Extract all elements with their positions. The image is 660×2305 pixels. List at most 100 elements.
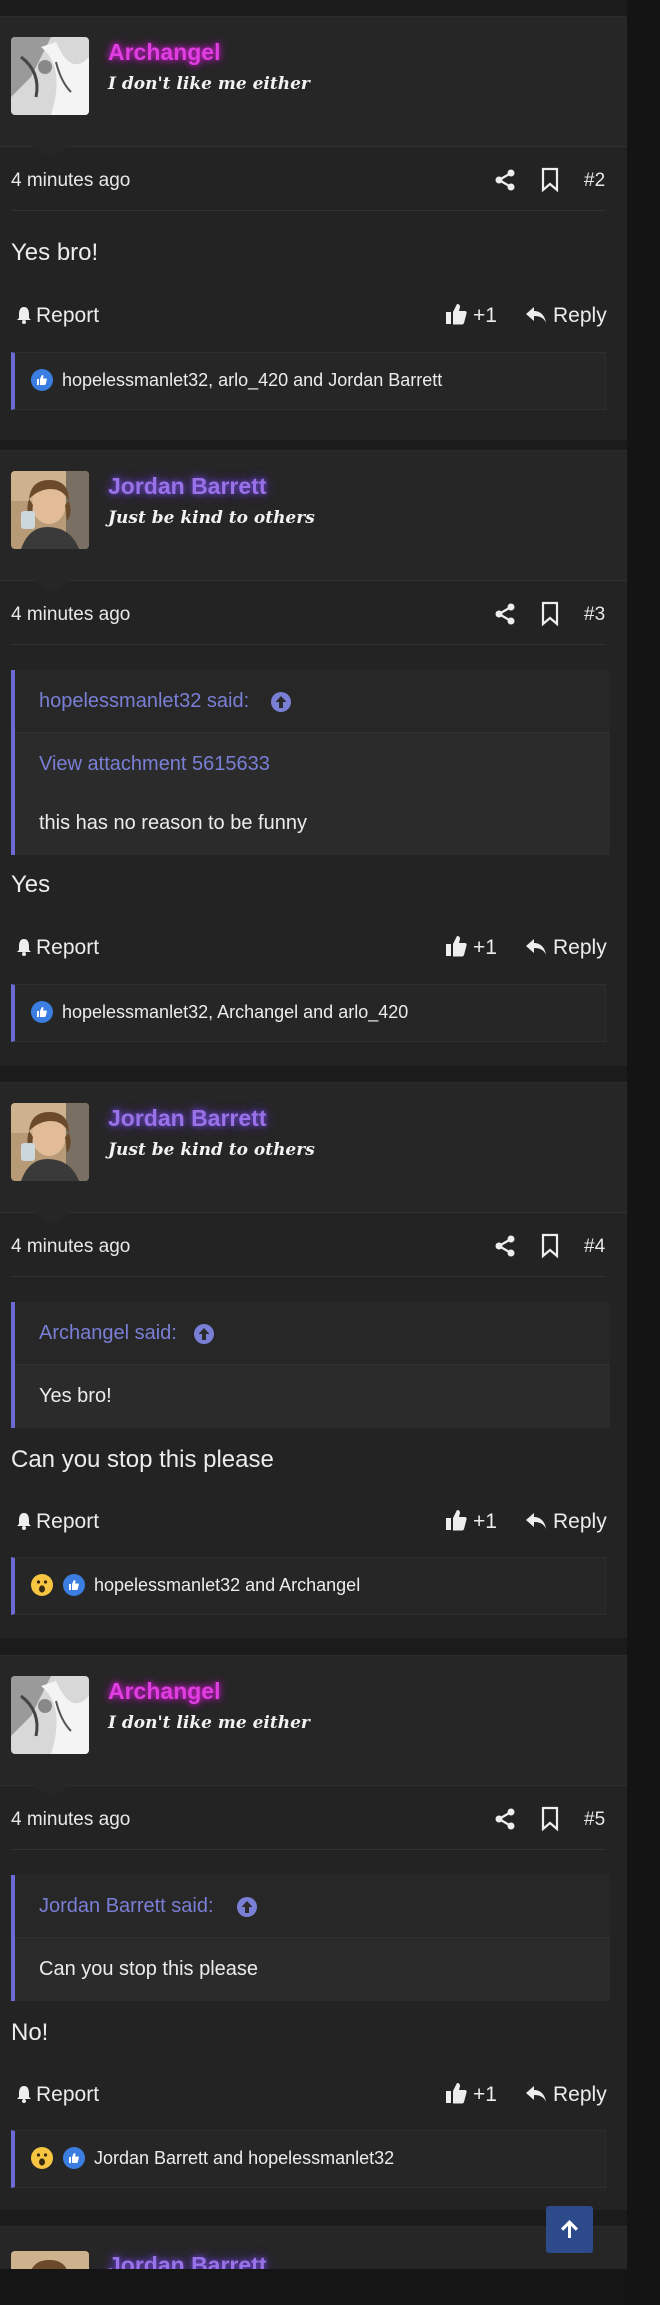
post-time[interactable]: 4 minutes ago: [11, 1236, 130, 1258]
reply-button[interactable]: Reply: [525, 2083, 607, 2107]
like-label: +1: [473, 2083, 497, 2106]
arrow-up-circle-icon[interactable]: [193, 1323, 215, 1345]
post-number[interactable]: #5: [584, 1809, 605, 1831]
share-icon[interactable]: [493, 602, 517, 626]
report-label: Report: [36, 1510, 100, 1533]
attachment-link[interactable]: View attachment 5615633: [39, 753, 270, 776]
like-button[interactable]: +1: [445, 1508, 497, 1534]
divider: [11, 1276, 606, 1277]
post-time[interactable]: 4 minutes ago: [11, 1809, 130, 1831]
reactions-list[interactable]: Jordan Barrett and hopelessmanlet32: [94, 2148, 394, 2169]
avatar[interactable]: [11, 1676, 89, 1754]
reply-icon: [526, 2086, 546, 2102]
bookmark-icon[interactable]: [538, 601, 562, 627]
avatar[interactable]: [11, 2251, 89, 2269]
reply-label: Reply: [553, 936, 607, 959]
like-button[interactable]: +1: [445, 934, 497, 960]
post-actions: Report +1 Reply: [0, 296, 627, 336]
like-reaction-icon: [63, 2147, 85, 2169]
report-button[interactable]: Report: [15, 1510, 99, 1534]
post-time[interactable]: 4 minutes ago: [11, 170, 130, 192]
like-label: +1: [473, 304, 497, 327]
reply-button[interactable]: Reply: [525, 1510, 607, 1534]
quote-author[interactable]: Jordan Barrett said:: [39, 1895, 214, 1918]
report-button[interactable]: Report: [15, 936, 99, 960]
bell-icon: [17, 1513, 31, 1530]
share-icon[interactable]: [493, 1807, 517, 1831]
like-reaction-icon: [63, 1574, 85, 1596]
arrow-up-circle-icon[interactable]: [270, 691, 292, 713]
arrow-up-icon: [561, 2220, 578, 2238]
report-button[interactable]: Report: [15, 304, 99, 328]
quote-author[interactable]: Archangel said:: [39, 1322, 177, 1345]
wow-reaction-icon: [31, 2147, 53, 2169]
quote-text: Yes bro!: [39, 1385, 112, 1407]
username[interactable]: Jordan Barrett: [108, 1105, 266, 1132]
post-number[interactable]: #4: [584, 1236, 605, 1258]
thumbs-up-icon: [446, 936, 467, 957]
avatar[interactable]: [11, 471, 89, 549]
reactions-bar[interactable]: hopelessmanlet32, arlo_420 and Jordan Ba…: [11, 352, 606, 410]
share-icon[interactable]: [493, 168, 517, 192]
reply-label: Reply: [553, 304, 607, 327]
post-message: Yes: [11, 871, 51, 898]
like-label: +1: [473, 1510, 497, 1533]
bookmark-icon[interactable]: [538, 1806, 562, 1832]
bookmark-icon[interactable]: [538, 1233, 562, 1259]
bell-icon: [17, 2086, 31, 2103]
reactions-bar[interactable]: hopelessmanlet32, Archangel and arlo_420: [11, 984, 606, 1042]
post-meta: 4 minutes ago #2: [0, 151, 627, 211]
like-label: +1: [473, 936, 497, 959]
reactions-list[interactable]: hopelessmanlet32, Archangel and arlo_420: [62, 1002, 408, 1023]
quote-block: Archangel said: Yes bro!: [11, 1302, 610, 1428]
thumbs-up-icon: [446, 304, 467, 325]
user-title: I don't like me either: [108, 1713, 310, 1733]
quote-header[interactable]: hopelessmanlet32 said:: [15, 670, 610, 733]
reactions-bar[interactable]: hopelessmanlet32 and Archangel: [11, 1557, 606, 1615]
bottom-edge: [0, 2269, 627, 2305]
post-number[interactable]: #3: [584, 604, 605, 626]
report-label: Report: [36, 304, 100, 327]
username[interactable]: Archangel: [108, 1678, 220, 1705]
bookmark-icon[interactable]: [538, 167, 562, 193]
reactions-bar[interactable]: Jordan Barrett and hopelessmanlet32: [11, 2130, 606, 2188]
user-bar: Jordan Barrett Just be kind to others: [0, 1083, 627, 1224]
thumbs-up-icon: [446, 1510, 467, 1531]
user-bar: Jordan Barrett: [0, 2227, 627, 2270]
user-title: Just be kind to others: [108, 508, 315, 528]
reply-button[interactable]: Reply: [525, 304, 607, 328]
share-icon[interactable]: [493, 1234, 517, 1258]
post-meta: 4 minutes ago #4: [0, 1217, 627, 1277]
quote-block: Jordan Barrett said: Can you stop this p…: [11, 1875, 610, 2001]
reply-button[interactable]: Reply: [525, 936, 607, 960]
like-button[interactable]: +1: [445, 302, 497, 328]
reactions-list[interactable]: hopelessmanlet32 and Archangel: [94, 1575, 360, 1596]
like-reaction-icon: [31, 1001, 53, 1023]
wow-reaction-icon: [31, 1574, 53, 1596]
username[interactable]: Archangel: [108, 39, 220, 66]
post-number[interactable]: #2: [584, 170, 605, 192]
avatar[interactable]: [11, 37, 89, 115]
avatar[interactable]: [11, 1103, 89, 1181]
arrow-up-circle-icon[interactable]: [236, 1896, 258, 1918]
report-button[interactable]: Report: [15, 2083, 99, 2107]
scroll-to-top-button[interactable]: [546, 2206, 593, 2253]
quote-header[interactable]: Jordan Barrett said:: [15, 1875, 610, 1938]
quote-header[interactable]: Archangel said:: [15, 1302, 610, 1365]
post: Archangel I don't like me either 4 minut…: [0, 16, 627, 440]
quote-text: Can you stop this please: [39, 1958, 259, 1980]
username[interactable]: Jordan Barrett: [108, 473, 266, 500]
reactions-list[interactable]: hopelessmanlet32, arlo_420 and Jordan Ba…: [62, 370, 442, 391]
post-message: Yes bro!: [11, 239, 99, 266]
reply-icon: [526, 307, 546, 323]
quote-author[interactable]: hopelessmanlet32 said:: [39, 690, 249, 713]
bell-icon: [17, 307, 31, 324]
like-button[interactable]: +1: [445, 2081, 497, 2107]
post-message: No!: [11, 2019, 49, 2046]
reply-icon: [526, 939, 546, 955]
username[interactable]: Jordan Barrett: [108, 2252, 266, 2269]
user-bar: Archangel I don't like me either: [0, 17, 627, 158]
like-reaction-icon: [31, 369, 53, 391]
post-time[interactable]: 4 minutes ago: [11, 604, 130, 626]
post-message: Can you stop this please: [11, 1446, 274, 1473]
